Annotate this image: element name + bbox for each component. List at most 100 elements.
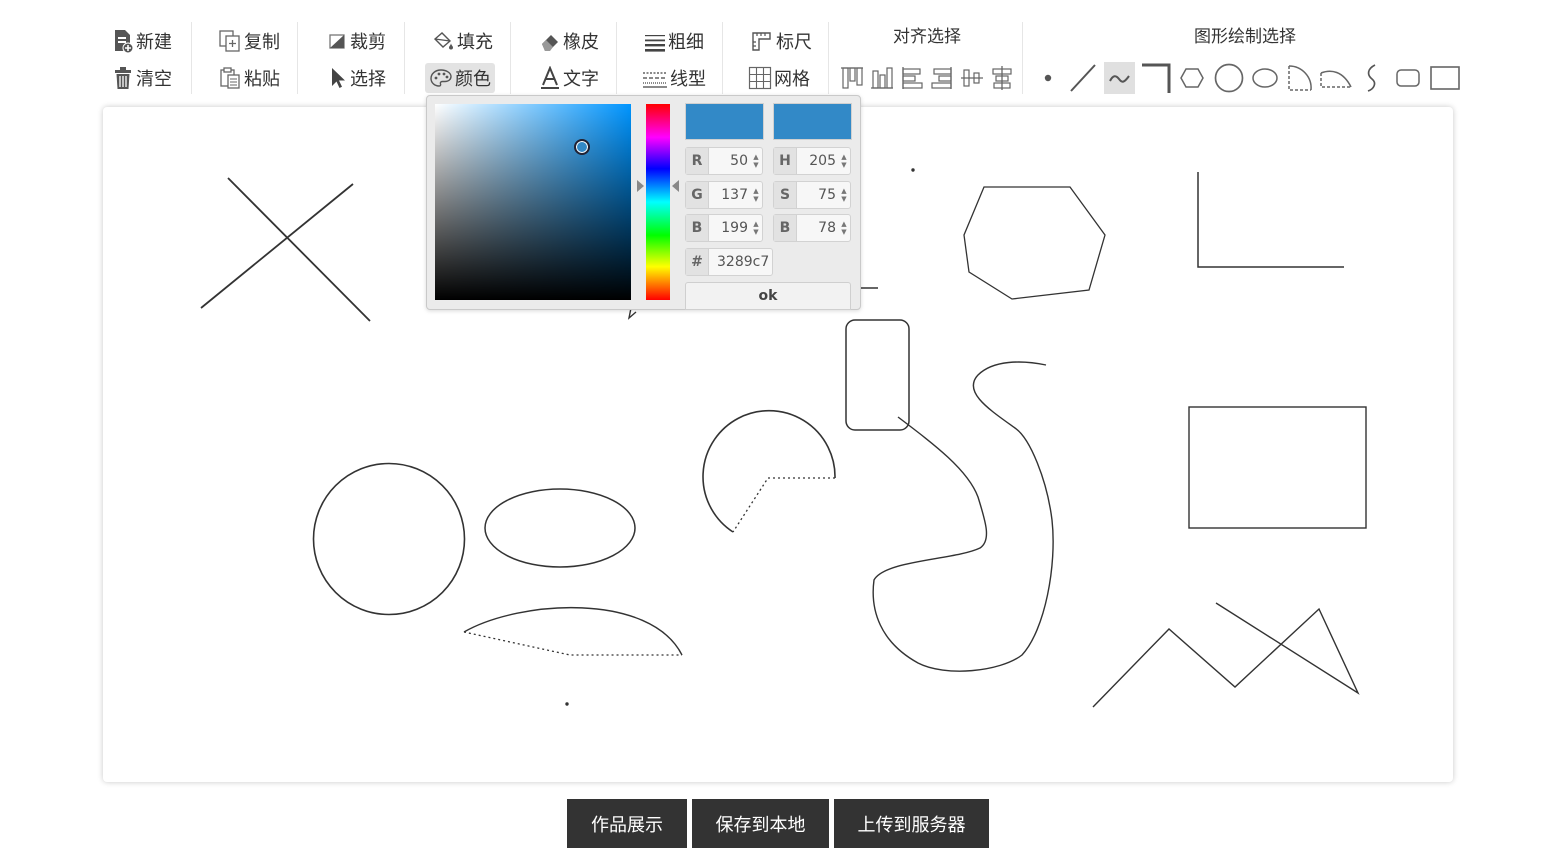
polyline-icon[interactable]: [1139, 62, 1173, 94]
align-center-vertical-icon[interactable]: [959, 62, 985, 94]
red-spinner-icon[interactable]: ▲ ▼: [750, 153, 762, 169]
sector-dashed-edges: [732, 477, 835, 533]
hex-field[interactable]: # 3289c7: [685, 248, 773, 276]
paste-label: 粘贴: [244, 69, 280, 90]
fill-label: 填充: [457, 32, 493, 53]
linetype-button[interactable]: 线型: [638, 64, 710, 92]
align-right-icon[interactable]: [929, 62, 955, 94]
clear-button[interactable]: 清空: [108, 64, 176, 92]
green-label: G: [686, 182, 709, 208]
rectangle-icon[interactable]: [1428, 62, 1462, 94]
red-field[interactable]: R 50 ▲ ▼: [685, 147, 763, 175]
hue-field[interactable]: H 205 ▲ ▼: [773, 147, 851, 175]
freehand-icon[interactable]: [1104, 62, 1135, 94]
gallery-button[interactable]: 作品展示: [567, 799, 687, 848]
curve-icon[interactable]: [1358, 62, 1386, 94]
point-dot-2: [565, 702, 569, 706]
hex-value[interactable]: 3289c7: [709, 254, 772, 270]
crop-label: 裁剪: [350, 32, 386, 53]
rounded-rect-shape: [845, 319, 910, 431]
blue-field[interactable]: B 199 ▲ ▼: [685, 214, 763, 242]
align-center-horizontal-icon[interactable]: [989, 62, 1015, 94]
ok-button[interactable]: ok: [685, 282, 851, 310]
saturation-value[interactable]: 75: [797, 187, 838, 203]
green-spinner-icon[interactable]: ▲ ▼: [750, 187, 762, 203]
crop-button[interactable]: 裁剪: [322, 27, 390, 55]
paste-button[interactable]: 粘贴: [214, 64, 284, 92]
eraser-button[interactable]: 橡皮: [535, 27, 603, 55]
upload-server-button[interactable]: 上传到服务器: [834, 799, 989, 848]
rectangle-shape: [1188, 406, 1367, 529]
corner-line-shape: [1197, 172, 1344, 268]
brightness-value[interactable]: 78: [797, 220, 838, 236]
select-label: 选择: [350, 69, 386, 90]
saturation-brightness-area[interactable]: [435, 104, 631, 300]
blue-value[interactable]: 199: [709, 220, 750, 236]
select-button[interactable]: 选择: [322, 64, 390, 92]
hue-slider[interactable]: [646, 104, 670, 300]
new-button[interactable]: 新建: [108, 27, 176, 55]
linetype-label: 线型: [670, 69, 706, 90]
new-color-swatch: [685, 103, 764, 140]
align-group-title: 对齐选择: [893, 27, 961, 47]
copy-button[interactable]: 复制: [214, 27, 284, 55]
align-top-icon[interactable]: [839, 62, 865, 94]
grid-button[interactable]: 网格: [744, 64, 814, 92]
brightness-spinner-icon[interactable]: ▲ ▼: [838, 220, 850, 236]
line-icon[interactable]: [1066, 62, 1100, 94]
red-label: R: [686, 148, 709, 174]
color-label: 颜色: [455, 69, 491, 90]
palette-icon: [430, 69, 452, 87]
align-bottom-icon[interactable]: [869, 62, 895, 94]
hue-spinner-icon[interactable]: ▲ ▼: [838, 153, 850, 169]
sv-cursor-handle[interactable]: [574, 139, 590, 156]
circle-icon[interactable]: [1211, 62, 1247, 94]
text-label: 文字: [563, 69, 599, 90]
text-button[interactable]: 文字: [535, 64, 603, 92]
point-dot-1: [911, 168, 915, 172]
grid-icon: [748, 66, 772, 90]
blue-spinner-icon[interactable]: ▲ ▼: [750, 220, 762, 236]
copy-label: 复制: [244, 32, 280, 53]
saturation-spinner-icon[interactable]: ▲ ▼: [838, 187, 850, 203]
thickness-button[interactable]: 粗细: [640, 27, 708, 55]
blue-label: B: [686, 215, 709, 241]
zigzag-polyline-shape: [1092, 602, 1360, 708]
ruler-label: 标尺: [776, 32, 812, 53]
grid-label: 网格: [774, 69, 810, 90]
hue-value[interactable]: 205: [797, 153, 838, 169]
green-value[interactable]: 137: [709, 187, 750, 203]
crop-icon: [329, 34, 345, 49]
paste-icon: [220, 67, 240, 89]
brightness-field[interactable]: B 78 ▲ ▼: [773, 214, 851, 242]
hex-label: #: [686, 249, 709, 275]
arc-icon[interactable]: [1318, 62, 1354, 94]
save-local-button[interactable]: 保存到本地: [692, 799, 829, 848]
new-file-icon: [115, 30, 134, 53]
clear-label: 清空: [136, 69, 172, 90]
current-color-swatch: [773, 103, 852, 140]
ruler-icon: [752, 32, 771, 51]
point-icon[interactable]: [1034, 62, 1062, 94]
shape-group-title: 图形绘制选择: [1194, 27, 1296, 47]
ruler-button[interactable]: 标尺: [746, 27, 816, 55]
paint-bucket-icon: [433, 32, 453, 50]
freehand-curve-shape: [872, 361, 1054, 672]
hue-arrow-right-icon: [672, 180, 679, 192]
cursor-arrow-icon: [332, 68, 345, 88]
saturation-field[interactable]: S 75 ▲ ▼: [773, 181, 851, 209]
rounded-rect-icon[interactable]: [1392, 62, 1424, 94]
red-value[interactable]: 50: [709, 153, 750, 169]
align-left-icon[interactable]: [899, 62, 925, 94]
polygon-icon[interactable]: [1176, 62, 1208, 94]
fill-button[interactable]: 填充: [427, 27, 497, 55]
color-button[interactable]: 颜色: [425, 63, 495, 93]
copy-icon: [219, 30, 240, 52]
green-field[interactable]: G 137 ▲ ▼: [685, 181, 763, 209]
new-label: 新建: [136, 32, 172, 53]
cross-line-2: [200, 183, 354, 309]
line-width-icon: [645, 35, 665, 52]
ellipse-icon[interactable]: [1248, 62, 1282, 94]
arc-shape: [463, 606, 683, 656]
sector-icon[interactable]: [1284, 62, 1316, 94]
